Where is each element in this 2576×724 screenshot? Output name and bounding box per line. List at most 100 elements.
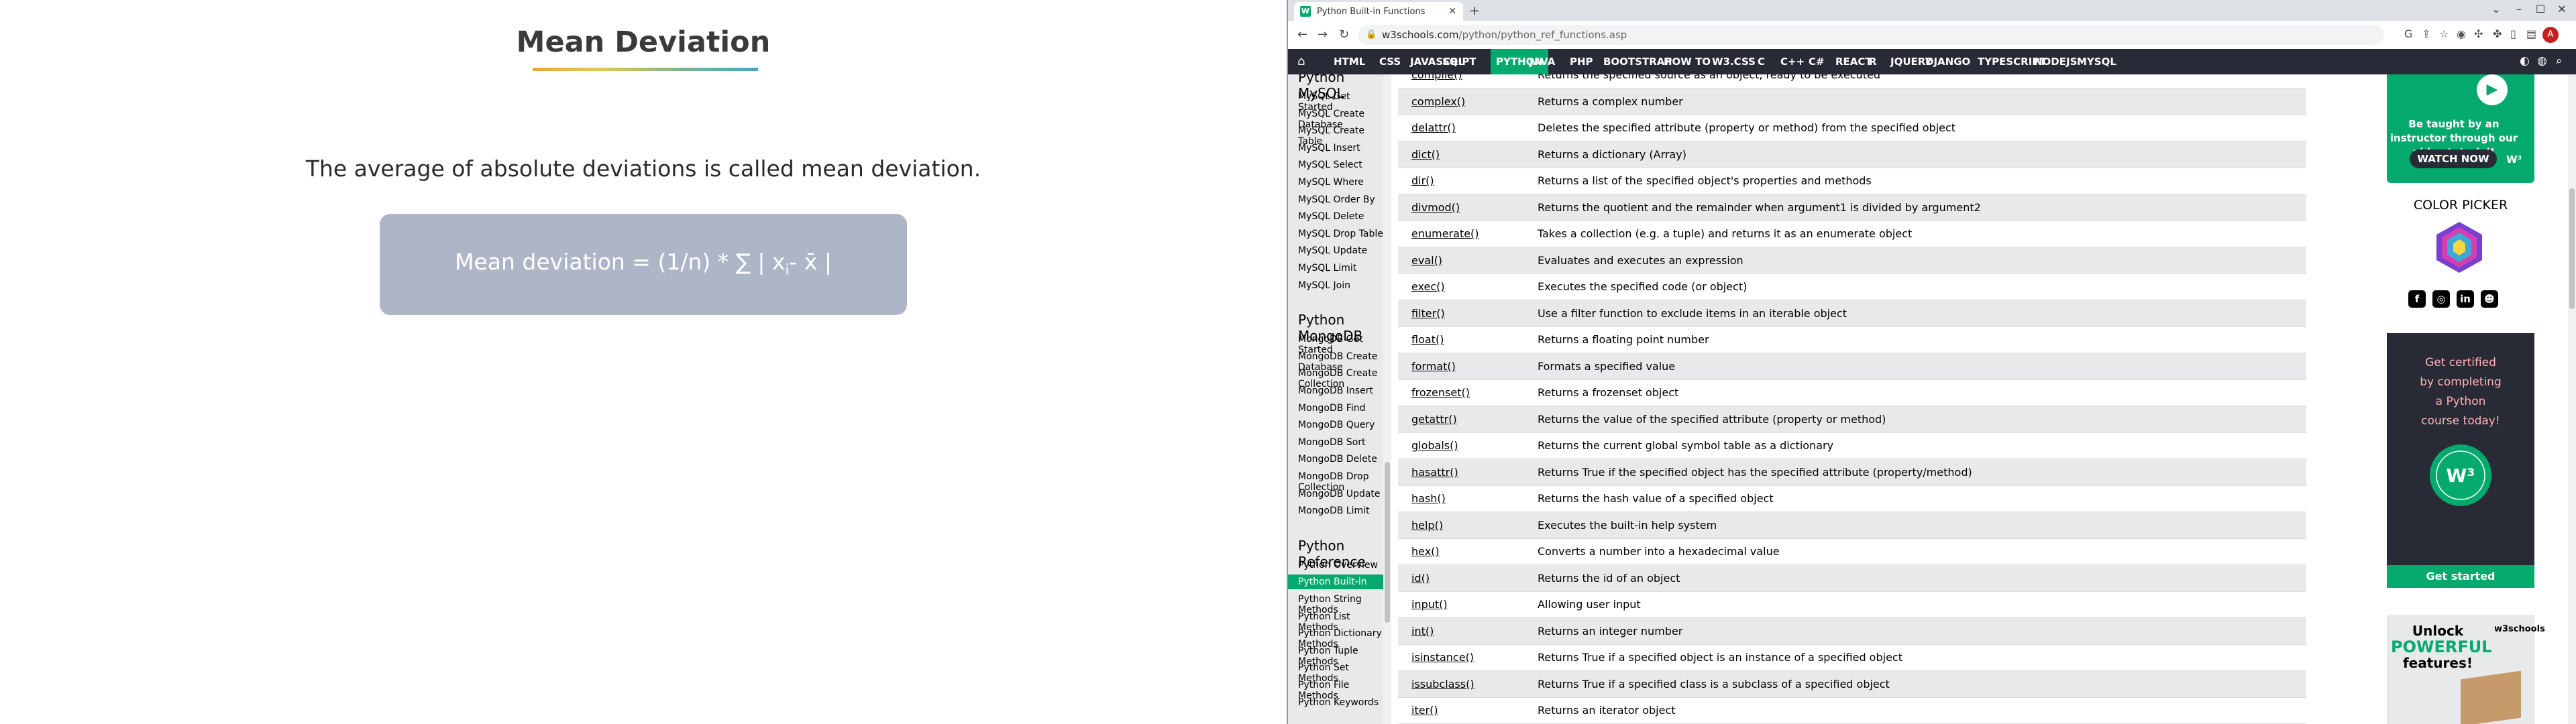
- sidebar-item[interactable]: MongoDB Update: [1298, 489, 1381, 499]
- sidebar-scrollbar[interactable]: [1383, 74, 1391, 724]
- function-link[interactable]: complex(): [1411, 95, 1465, 108]
- star-icon[interactable]: ☆: [2439, 27, 2449, 40]
- function-link[interactable]: float(): [1411, 333, 1444, 346]
- sidebar-item[interactable]: MySQL Join: [1298, 280, 1350, 291]
- function-link[interactable]: hex(): [1411, 545, 1440, 558]
- minimize-icon[interactable]: –: [2509, 3, 2529, 15]
- sidebar-item[interactable]: MySQL Order By: [1298, 194, 1375, 205]
- sidebar-item[interactable]: MongoDB Limit: [1298, 505, 1370, 516]
- sidebar-item[interactable]: MongoDB Delete: [1298, 454, 1377, 465]
- nav-item-r[interactable]: R: [1864, 49, 1882, 74]
- function-link[interactable]: delattr(): [1411, 121, 1456, 134]
- nav-item-html[interactable]: HTML: [1328, 49, 1371, 74]
- facebook-icon[interactable]: f: [2408, 290, 2426, 308]
- reload-icon[interactable]: ↻: [1339, 27, 1349, 42]
- nav-item-java[interactable]: JAVA: [1524, 49, 1560, 74]
- sidebar-item[interactable]: MySQL Update: [1298, 245, 1367, 256]
- share-icon[interactable]: ⇪: [2422, 27, 2430, 40]
- watch-now-button[interactable]: WATCH NOW: [2410, 149, 2497, 168]
- close-window-icon[interactable]: ✕: [2552, 3, 2572, 15]
- maximize-icon[interactable]: ☐: [2530, 3, 2551, 15]
- nav-item-c-[interactable]: C#: [1803, 49, 1830, 74]
- nav-item-css[interactable]: CSS: [1374, 49, 1406, 74]
- page-scrollbar[interactable]: [2568, 74, 2576, 724]
- sidebar-item[interactable]: MongoDB Sort: [1298, 437, 1366, 448]
- table-row: compile() Returns the specified source as…: [1398, 74, 2306, 88]
- function-link[interactable]: hash(): [1411, 492, 1446, 505]
- nav-item-django[interactable]: DJANGO: [1920, 49, 1976, 74]
- function-link[interactable]: issubclass(): [1411, 678, 1474, 690]
- function-link[interactable]: frozenset(): [1411, 386, 1470, 399]
- function-link[interactable]: format(): [1411, 360, 1456, 373]
- function-link[interactable]: hasattr(): [1411, 466, 1458, 479]
- sidebar-item[interactable]: MongoDB Insert: [1298, 385, 1373, 396]
- extension-red-icon[interactable]: ◉: [2457, 27, 2466, 40]
- extension-icon[interactable]: ✣: [2474, 27, 2483, 40]
- function-link[interactable]: getattr(): [1411, 413, 1457, 426]
- color-picker-icon[interactable]: [2432, 221, 2486, 274]
- svg-text:W³: W³: [2446, 465, 2475, 487]
- nav-item-c[interactable]: C: [1752, 49, 1770, 74]
- avatar[interactable]: A: [2542, 27, 2559, 43]
- sidebar-item[interactable]: MongoDB Find: [1298, 403, 1366, 414]
- puzzle-icon[interactable]: ✤: [2493, 27, 2502, 40]
- unlock-features-ad[interactable]: Unlock POWERFUL features! w3schools: [2387, 615, 2545, 724]
- discord-icon[interactable]: ☻: [2481, 290, 2498, 308]
- bookmark-icon[interactable]: ▤: [2526, 27, 2536, 40]
- function-link[interactable]: filter(): [1411, 307, 1445, 320]
- chevron-down-icon[interactable]: ⌄: [2486, 3, 2506, 15]
- nav-item-sql[interactable]: SQL: [1437, 49, 1470, 74]
- browser-tab[interactable]: W Python Built-in Functions ✕: [1294, 2, 1463, 21]
- new-tab-icon[interactable]: +: [1469, 3, 1480, 18]
- google-icon[interactable]: G: [2404, 27, 2412, 40]
- function-description: Returns the current global symbol table …: [1538, 439, 1834, 452]
- function-link[interactable]: dir(): [1411, 174, 1434, 187]
- sidebar-item[interactable]: Python Built-in Functions: [1288, 575, 1383, 602]
- function-link[interactable]: enumerate(): [1411, 227, 1479, 240]
- nav-item-php[interactable]: PHP: [1564, 49, 1599, 74]
- forward-icon[interactable]: →: [1318, 27, 1328, 42]
- sidebar-item[interactable]: MongoDB Query: [1298, 420, 1375, 430]
- function-link[interactable]: dict(): [1411, 148, 1440, 161]
- get-started-button[interactable]: Get started: [2387, 565, 2534, 588]
- certification-ad[interactable]: Get certified by completing a Python cou…: [2387, 333, 2534, 588]
- globe-icon[interactable]: ◍: [2537, 54, 2547, 68]
- dark-mode-icon[interactable]: ◐: [2520, 54, 2530, 68]
- home-icon[interactable]: ⌂: [1297, 54, 1305, 68]
- back-icon[interactable]: ←: [1297, 27, 1307, 42]
- function-description: Returns True if a specified object is an…: [1538, 651, 1902, 664]
- function-description: Returns the quotient and the remainder w…: [1538, 200, 1981, 214]
- function-link[interactable]: globals(): [1411, 439, 1458, 452]
- function-description: Takes a collection (e.g. a tuple) and re…: [1538, 227, 1913, 240]
- sidebar-item[interactable]: Python Keywords: [1298, 697, 1379, 708]
- function-link[interactable]: exec(): [1411, 280, 1445, 293]
- function-link[interactable]: isinstance(): [1411, 651, 1474, 664]
- sidebar-item[interactable]: MySQL Where: [1298, 177, 1364, 188]
- sidebar-item[interactable]: MySQL Select: [1298, 160, 1362, 170]
- linkedin-icon[interactable]: in: [2457, 290, 2474, 308]
- sidebar-item[interactable]: MySQL Limit: [1298, 263, 1356, 274]
- function-link[interactable]: int(): [1411, 625, 1434, 638]
- function-link[interactable]: id(): [1411, 572, 1430, 585]
- sidebar-item[interactable]: Python Overview: [1298, 560, 1378, 570]
- function-link[interactable]: input(): [1411, 598, 1448, 611]
- close-tab-icon[interactable]: ✕: [1448, 6, 1456, 17]
- sidebar-scroll-thumb[interactable]: [1385, 462, 1390, 623]
- table-row: iter() Returns an iterator object: [1398, 697, 2306, 724]
- function-link[interactable]: iter(): [1411, 704, 1438, 717]
- function-link[interactable]: compile(): [1411, 74, 1462, 81]
- instagram-icon[interactable]: ◎: [2432, 290, 2450, 308]
- sidebar-item[interactable]: MySQL Insert: [1298, 143, 1360, 154]
- address-bar[interactable]: 🔒 w3schools.com/python/python_ref_functi…: [1358, 25, 2384, 45]
- sidebar-item[interactable]: MySQL Delete: [1298, 211, 1364, 222]
- page-scroll-thumb[interactable]: [2569, 188, 2575, 309]
- function-link[interactable]: divmod(): [1411, 201, 1460, 214]
- sidepanel-icon[interactable]: ▯: [2510, 27, 2516, 40]
- video-tutorial-ad[interactable]: ▶ Be taught by an instructor through our…: [2387, 74, 2534, 183]
- function-link[interactable]: eval(): [1411, 254, 1442, 267]
- play-icon[interactable]: ▶: [2477, 74, 2508, 105]
- sidebar-item[interactable]: MySQL Drop Table: [1298, 229, 1383, 239]
- search-icon[interactable]: ⌕: [2556, 54, 2563, 68]
- nav-item-mysql[interactable]: MYSQL: [2072, 49, 2122, 74]
- function-link[interactable]: help(): [1411, 519, 1443, 532]
